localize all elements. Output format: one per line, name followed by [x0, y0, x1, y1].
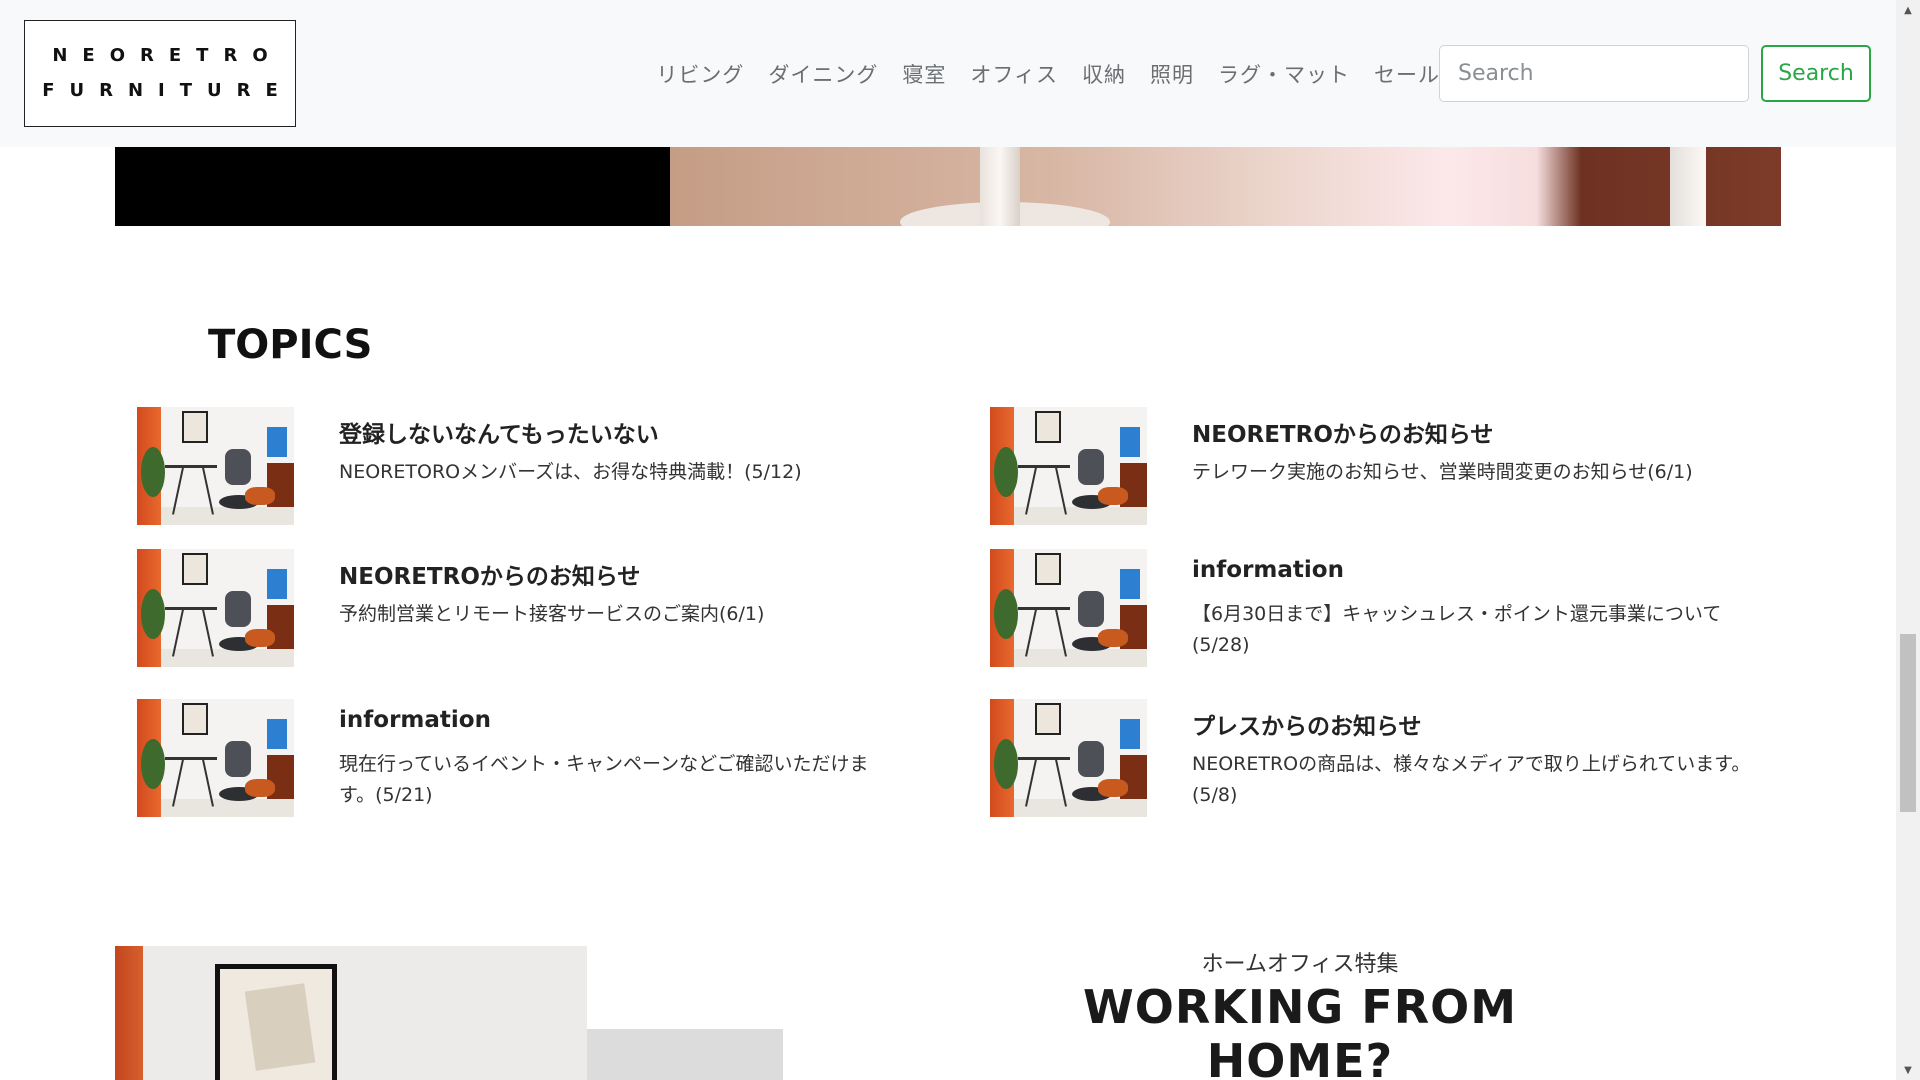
nav-item-bedroom[interactable]: 寝室	[902, 59, 946, 89]
feature-subtitle: ホームオフィス特集	[1201, 952, 1399, 977]
brand-logo[interactable]: NEORETRO FURNITURE	[24, 20, 296, 127]
scrollbar-thumb[interactable]	[1900, 634, 1916, 812]
nav-item-storage[interactable]: 収納	[1082, 59, 1126, 89]
topic-item[interactable]: NEORETROからのお知らせ テレワーク実施のお知らせ、営業時間変更のお知らせ…	[990, 407, 1790, 527]
hero-dark-panel	[115, 147, 670, 226]
topic-description: 現在行っているイベント・キャンペーンなどご確認いただけます。(5/21)	[339, 753, 869, 806]
topic-item[interactable]: information 【6月30日まで】キャッシュレス・ポイント還元事業につい…	[990, 549, 1790, 669]
brand-logo-line1: NEORETRO	[52, 45, 283, 66]
topic-item[interactable]: 登録しないなんてもったいない NEORETOROメンバーズは、お得な特典満載！(…	[137, 407, 937, 527]
hero-image	[670, 147, 1781, 226]
home-office-thumbnail-icon	[990, 549, 1147, 667]
topic-description: 【6月30日まで】キャッシュレス・ポイント還元事業について(5/28)	[1192, 603, 1722, 656]
topics-heading: TOPICS	[208, 322, 373, 368]
navbar: NEORETRO FURNITURE リビング ダイニング 寝室 オフィス 収納…	[0, 0, 1896, 147]
topic-item[interactable]: information 現在行っているイベント・キャンペーンなどご確認いただけま…	[137, 699, 937, 819]
hero-banner	[115, 147, 1781, 226]
topic-description: NEORETROの商品は、様々なメディアで取り上げられています。(5/8)	[1192, 753, 1751, 806]
main-nav: リビング ダイニング 寝室 オフィス 収納 照明 ラグ・マット セール	[656, 56, 1440, 92]
home-office-thumbnail-icon	[137, 407, 294, 525]
home-office-thumbnail-icon	[990, 699, 1147, 817]
nav-item-living[interactable]: リビング	[656, 59, 744, 89]
nav-item-lighting[interactable]: 照明	[1150, 59, 1194, 89]
scroll-up-arrow-icon[interactable]: ▲	[1896, 0, 1920, 20]
topic-description: テレワーク実施のお知らせ、営業時間変更のお知らせ(6/1)	[1192, 461, 1693, 483]
search-button[interactable]: Search	[1761, 45, 1871, 102]
topic-title: プレスからのお知らせ	[1192, 714, 1422, 740]
topic-description: 予約制営業とリモート接客サービスのご案内(6/1)	[339, 603, 765, 625]
topic-title: information	[339, 707, 491, 733]
nav-item-sale[interactable]: セール	[1374, 59, 1440, 89]
nav-item-rugs[interactable]: ラグ・マット	[1218, 59, 1350, 89]
topic-title: information	[1192, 557, 1344, 583]
feature-image	[115, 946, 587, 1080]
feature-title: WORKING FROM HOME?	[1082, 980, 1518, 1080]
brand-logo-line2: FURNITURE	[42, 80, 293, 101]
topic-title: NEORETROからのお知らせ	[339, 564, 641, 590]
home-office-thumbnail-icon	[990, 407, 1147, 525]
home-office-thumbnail-icon	[137, 699, 294, 817]
topic-item[interactable]: NEORETROからのお知らせ 予約制営業とリモート接客サービスのご案内(6/1…	[137, 549, 937, 669]
topic-item[interactable]: プレスからのお知らせ NEORETROの商品は、様々なメディアで取り上げられてい…	[990, 699, 1790, 819]
scroll-down-arrow-icon[interactable]: ▼	[1896, 1060, 1920, 1080]
nav-item-office[interactable]: オフィス	[970, 59, 1058, 89]
feature-image-secondary	[587, 1029, 783, 1080]
topic-title: NEORETROからのお知らせ	[1192, 422, 1494, 448]
home-office-thumbnail-icon	[137, 549, 294, 667]
search-input[interactable]	[1439, 45, 1749, 102]
nav-item-dining[interactable]: ダイニング	[768, 59, 878, 89]
topic-description: NEORETOROメンバーズは、お得な特典満載！(5/12)	[339, 461, 802, 483]
topic-title: 登録しないなんてもったいない	[339, 422, 659, 448]
page-scrollbar[interactable]: ▲ ▼	[1896, 0, 1920, 1080]
